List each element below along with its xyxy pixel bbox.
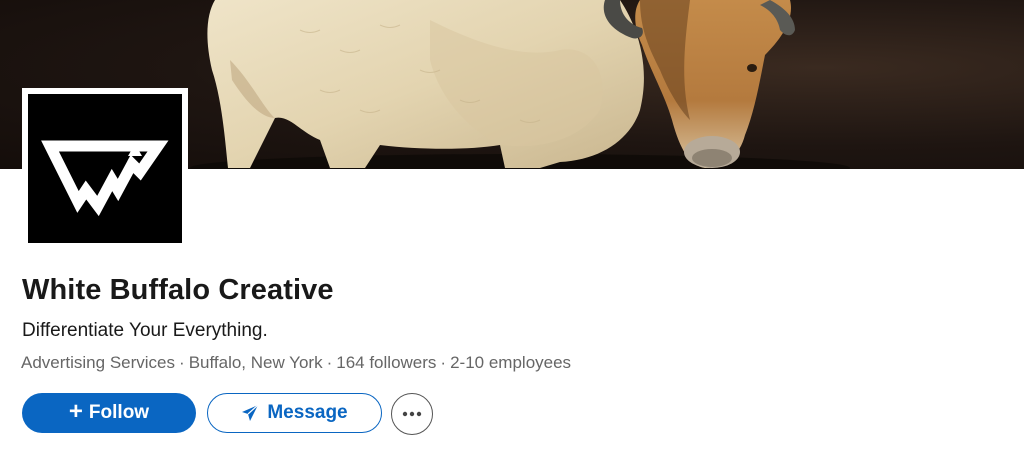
- follow-label: Follow: [88, 402, 150, 423]
- wb-logo-icon: [41, 140, 169, 217]
- company-page: White Buffalo Creative Differentiate You…: [0, 0, 1024, 454]
- ellipsis-icon: [402, 411, 422, 417]
- company-name: White Buffalo Creative: [22, 274, 334, 306]
- logo-mark: [28, 94, 182, 243]
- company-tagline: Differentiate Your Everything.: [22, 320, 268, 341]
- meta-separator: ·: [326, 353, 333, 372]
- location: Buffalo, New York: [188, 353, 323, 372]
- industry: Advertising Services: [21, 353, 176, 372]
- plus-icon: +: [68, 398, 83, 425]
- employees-count[interactable]: 2-10 employees: [450, 353, 571, 372]
- follow-button[interactable]: + Follow: [22, 393, 196, 433]
- company-logo[interactable]: [22, 88, 188, 249]
- meta-separator: ·: [179, 353, 185, 372]
- followers-count[interactable]: 164 followers: [336, 353, 436, 372]
- send-icon: [241, 404, 259, 422]
- message-label: Message: [267, 402, 348, 423]
- message-button[interactable]: Message: [207, 393, 382, 433]
- more-options-button[interactable]: [391, 393, 433, 435]
- meta-separator: ·: [440, 353, 447, 372]
- company-meta: Advertising Services · Buffalo, New York · 1…: [21, 353, 571, 373]
